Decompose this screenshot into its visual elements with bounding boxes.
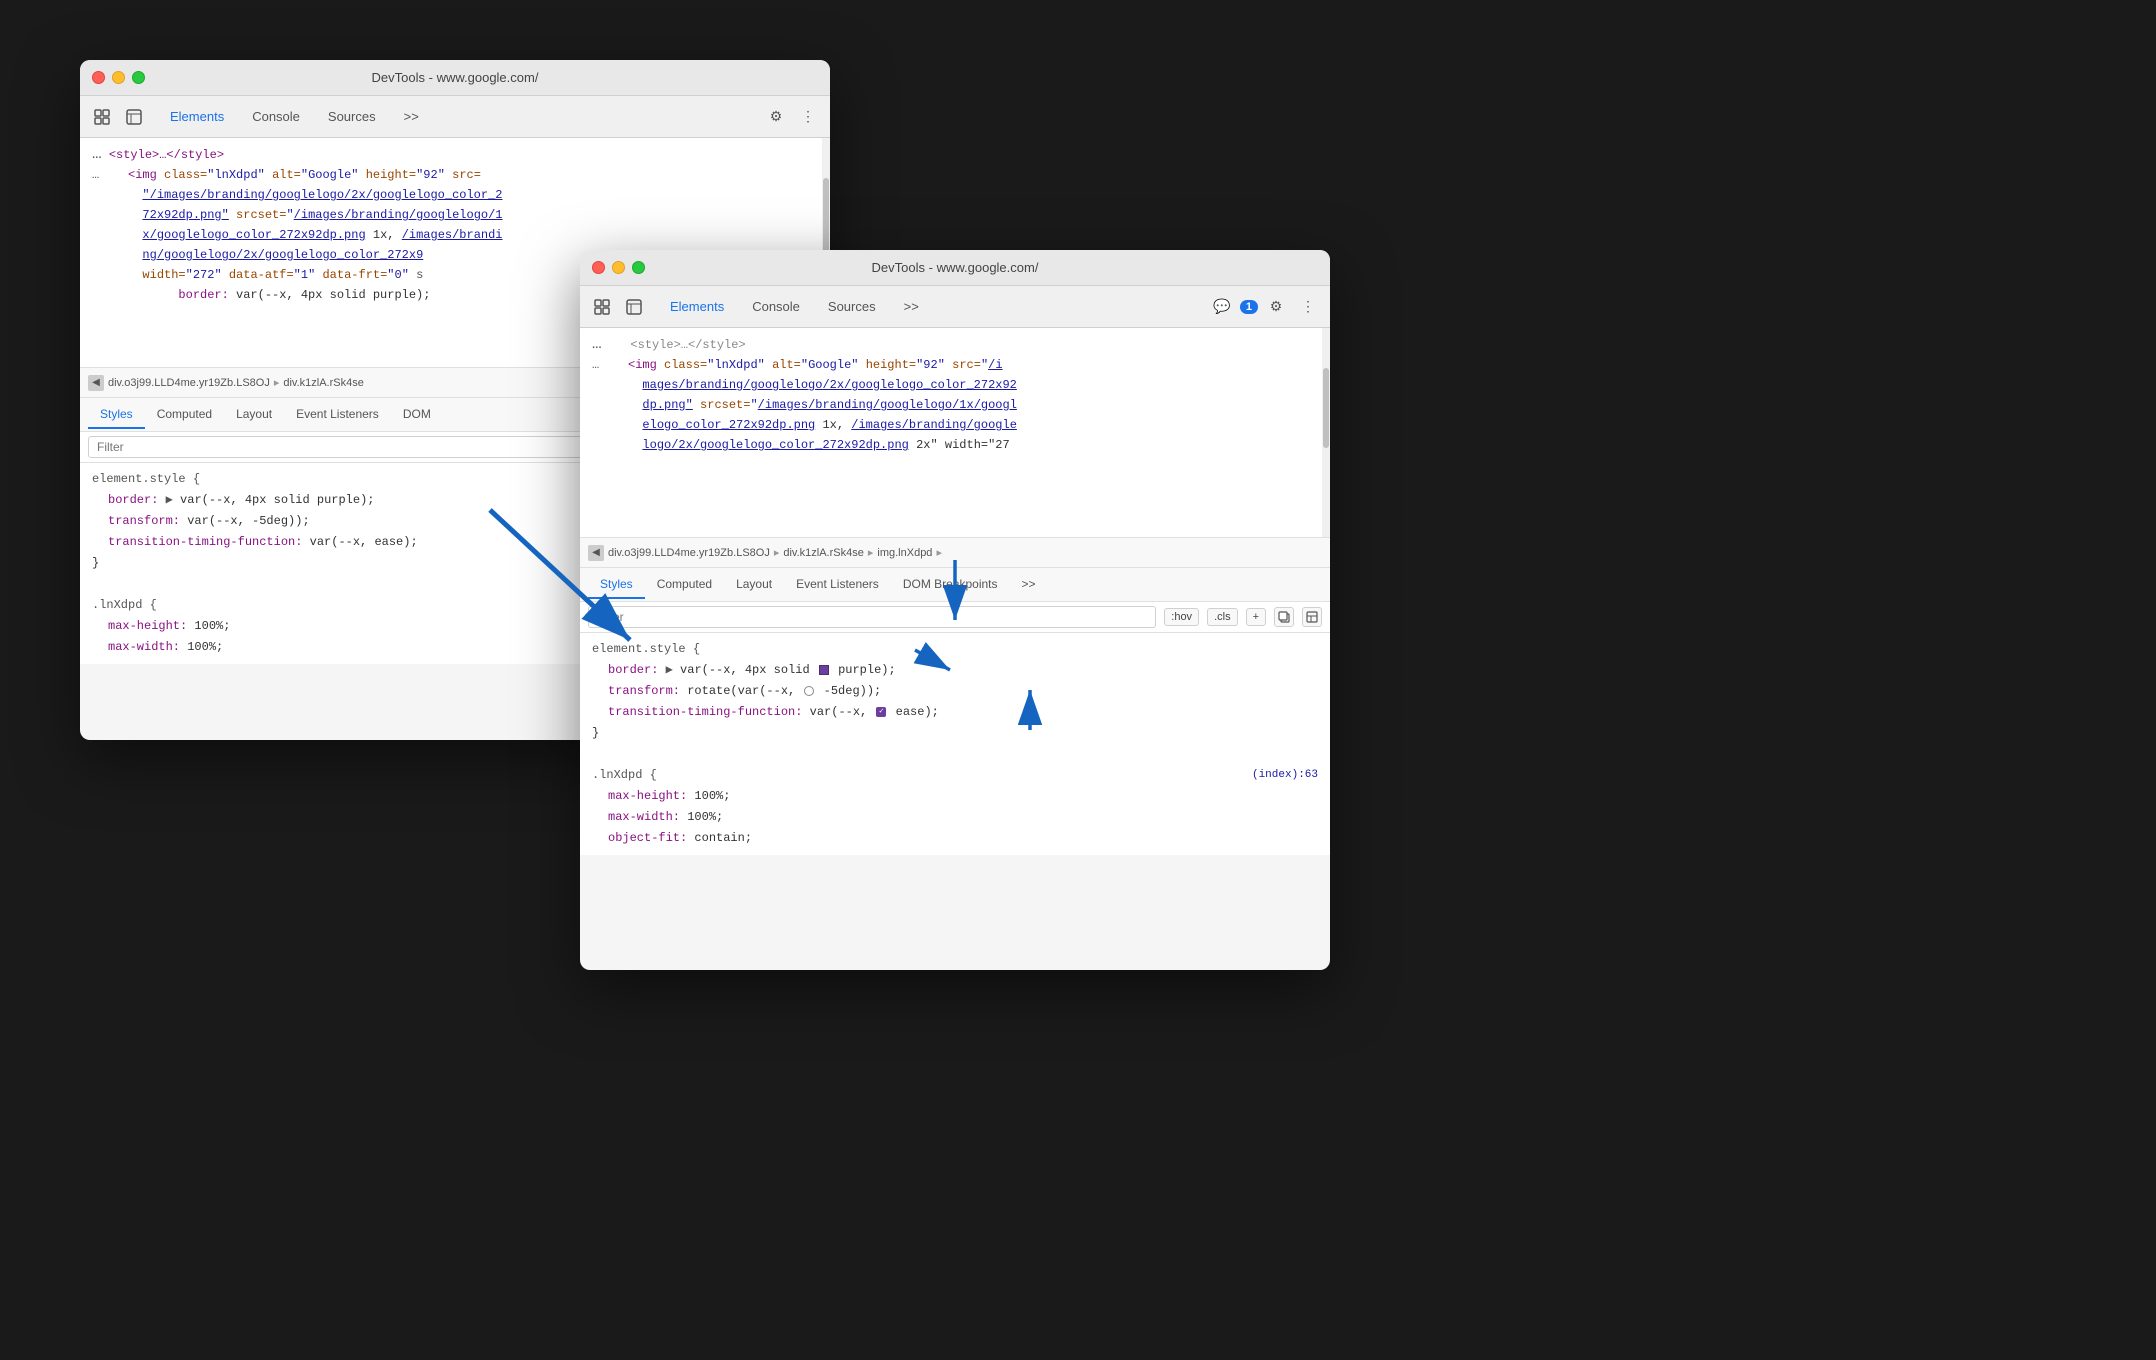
inspect-icon[interactable] xyxy=(120,103,148,131)
hov-button-front[interactable]: :hov xyxy=(1164,608,1199,626)
html-line-5: x/googlelogo_color_272x92dp.png 1x, /ima… xyxy=(80,225,830,245)
breadcrumb-toggle-front[interactable]: ◀ xyxy=(588,545,604,561)
html-line-front-4: dp.png" srcset="/images/branding/googlel… xyxy=(580,395,1330,415)
tab-computed-back[interactable]: Computed xyxy=(145,401,224,429)
gear-icon-front[interactable]: ⚙ xyxy=(1262,293,1290,321)
breadcrumb-item-2-front[interactable]: div.k1zlA.rSk4se xyxy=(783,547,864,559)
breadcrumb-item-1-back[interactable]: div.o3j99.LLD4me.yr19Zb.LS8OJ xyxy=(108,377,270,389)
layout-button-front[interactable] xyxy=(1302,607,1322,627)
close-button-back[interactable] xyxy=(92,71,105,84)
breadcrumb-item-2-back[interactable]: div.k1zlA.rSk4se xyxy=(283,377,364,389)
badge-front: 1 xyxy=(1240,300,1258,314)
tab-dom-back[interactable]: DOM xyxy=(391,401,443,429)
html-panel-front: … <style>…</style> … <img class="lnXdpd"… xyxy=(580,328,1330,538)
cls-button-front[interactable]: .cls xyxy=(1207,608,1238,626)
breadcrumb-toggle-back[interactable]: ◀ xyxy=(88,375,104,391)
html-line-4: 72x92dp.png" srcset="/images/branding/go… xyxy=(80,205,830,225)
tab-sources-front[interactable]: Sources xyxy=(814,293,890,320)
inspect-icon-front[interactable] xyxy=(620,293,648,321)
html-line-front-2: … <img class="lnXdpd" alt="Google" heigh… xyxy=(580,355,1330,375)
tab-styles-back[interactable]: Styles xyxy=(88,401,145,429)
close-button-front[interactable] xyxy=(592,261,605,274)
tab-console-front[interactable]: Console xyxy=(738,293,814,320)
toolbar-front: Elements Console Sources >> 💬 1 ⚙ ⋮ xyxy=(580,286,1330,328)
easing-swatch[interactable]: ✓ xyxy=(876,707,886,717)
html-line-front-3: mages/branding/googlelogo/2x/googlelogo_… xyxy=(580,375,1330,395)
chat-icon-front[interactable]: 💬 xyxy=(1208,293,1236,321)
more-menu-icon-back[interactable]: ⋮ xyxy=(794,103,822,131)
minimize-button-back[interactable] xyxy=(112,71,125,84)
tab-sources-back[interactable]: Sources xyxy=(314,103,390,130)
tab-group-front: Elements Console Sources >> xyxy=(656,293,933,320)
toolbar-back: Elements Console Sources >> ⚙ ⋮ xyxy=(80,96,830,138)
tab-layout-front[interactable]: Layout xyxy=(724,571,784,599)
scrollbar-html-front[interactable] xyxy=(1322,328,1330,537)
html-line-front-6: logo/2x/googlelogo_color_272x92dp.png 2x… xyxy=(580,435,1330,455)
breadcrumb-item-3-front[interactable]: img.lnXdpd xyxy=(877,547,932,559)
breadcrumb-item-1-front[interactable]: div.o3j99.LLD4me.yr19Zb.LS8OJ xyxy=(608,547,770,559)
minimize-button-front[interactable] xyxy=(612,261,625,274)
color-swatch-purple[interactable] xyxy=(819,665,829,675)
html-line-front-1: … <style>…</style> xyxy=(580,334,1330,355)
tab-more-styles-front[interactable]: >> xyxy=(1010,571,1048,599)
devtools-window-front: DevTools - www.google.com/ Elements Cons… xyxy=(580,250,1330,970)
cursor-icon-front[interactable] xyxy=(588,293,616,321)
tab-computed-front[interactable]: Computed xyxy=(645,571,724,599)
window-title-back: DevTools - www.google.com/ xyxy=(372,70,539,85)
window-title-front: DevTools - www.google.com/ xyxy=(872,260,1039,275)
styles-panel-front: Styles Computed Layout Event Listeners D… xyxy=(580,568,1330,855)
css-content-front: element.style { border: ▶ var(--x, 4px s… xyxy=(580,633,1330,855)
filter-bar-front: :hov .cls + xyxy=(580,602,1330,633)
maximize-button-front[interactable] xyxy=(632,261,645,274)
html-line-3: "/images/branding/googlelogo/2x/googlelo… xyxy=(80,185,830,205)
tab-more-back[interactable]: >> xyxy=(390,103,433,130)
title-bar-front: DevTools - www.google.com/ xyxy=(580,250,1330,286)
tab-more-front[interactable]: >> xyxy=(890,293,933,320)
html-line-1: … <style>…</style> xyxy=(80,144,830,165)
tab-console-back[interactable]: Console xyxy=(238,103,314,130)
tab-elements-front[interactable]: Elements xyxy=(656,293,738,320)
html-line-front-5: elogo_color_272x92dp.png 1x, /images/bra… xyxy=(580,415,1330,435)
toolbar-right-back: ⚙ ⋮ xyxy=(762,103,822,131)
html-line-2: … <img class="lnXdpd" alt="Google" heigh… xyxy=(80,165,830,185)
tab-event-listeners-front[interactable]: Event Listeners xyxy=(784,571,891,599)
styles-tabs-front: Styles Computed Layout Event Listeners D… xyxy=(580,568,1330,602)
cursor-icon[interactable] xyxy=(88,103,116,131)
rotate-circle-swatch[interactable] xyxy=(804,686,814,696)
tab-layout-back[interactable]: Layout xyxy=(224,401,284,429)
more-menu-icon-front[interactable]: ⋮ xyxy=(1294,293,1322,321)
traffic-lights-front xyxy=(592,261,645,274)
filter-input-front[interactable] xyxy=(588,606,1156,628)
tab-elements-back[interactable]: Elements xyxy=(156,103,238,130)
tab-event-listeners-back[interactable]: Event Listeners xyxy=(284,401,391,429)
plus-button-front[interactable]: + xyxy=(1246,608,1266,626)
breadcrumb-front: ◀ div.o3j99.LLD4me.yr19Zb.LS8OJ ▸ div.k1… xyxy=(580,538,1330,568)
tab-styles-front[interactable]: Styles xyxy=(588,571,645,599)
tab-group-back: Elements Console Sources >> xyxy=(156,103,433,130)
toolbar-right-front: 💬 1 ⚙ ⋮ xyxy=(1208,293,1322,321)
tab-dom-breakpoints-front[interactable]: DOM Breakpoints xyxy=(891,571,1010,599)
maximize-button-back[interactable] xyxy=(132,71,145,84)
source-link-front[interactable]: (index):63 xyxy=(1252,766,1318,785)
copy-styles-button-front[interactable] xyxy=(1274,607,1294,627)
traffic-lights-back xyxy=(92,71,145,84)
gear-icon-back[interactable]: ⚙ xyxy=(762,103,790,131)
title-bar-back: DevTools - www.google.com/ xyxy=(80,60,830,96)
